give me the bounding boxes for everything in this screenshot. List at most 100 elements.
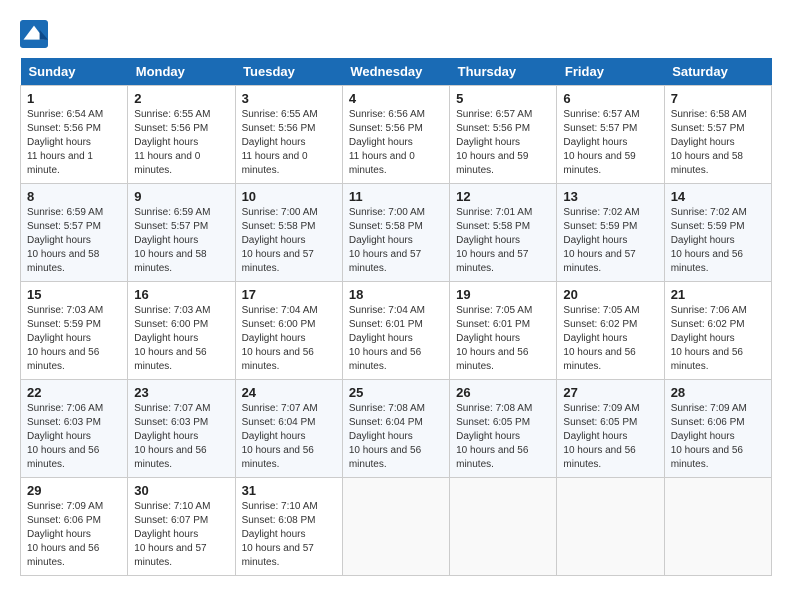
- daylight-value: 10 hours and 57 minutes.: [242, 543, 314, 568]
- day-number: 11: [349, 189, 443, 204]
- calendar-cell: 4 Sunrise: 6:56 AM Sunset: 5:56 PM Dayli…: [342, 86, 449, 184]
- sunset-label: Sunset: 5:58 PM: [242, 221, 316, 232]
- sunrise-label: Sunrise: 6:59 AM: [134, 207, 210, 218]
- daylight-value: 10 hours and 56 minutes.: [349, 347, 421, 372]
- calendar-cell: 9 Sunrise: 6:59 AM Sunset: 5:57 PM Dayli…: [128, 184, 235, 282]
- sunrise-label: Sunrise: 7:09 AM: [27, 501, 103, 512]
- daylight-value: 10 hours and 57 minutes.: [242, 249, 314, 274]
- daylight-value: 10 hours and 56 minutes.: [242, 445, 314, 470]
- day-info: Sunrise: 7:08 AM Sunset: 6:05 PM Dayligh…: [456, 402, 550, 472]
- calendar-week-row: 1 Sunrise: 6:54 AM Sunset: 5:56 PM Dayli…: [21, 86, 772, 184]
- daylight-value: 10 hours and 56 minutes.: [349, 445, 421, 470]
- day-number: 25: [349, 385, 443, 400]
- calendar-cell: 17 Sunrise: 7:04 AM Sunset: 6:00 PM Dayl…: [235, 282, 342, 380]
- calendar-week-row: 15 Sunrise: 7:03 AM Sunset: 5:59 PM Dayl…: [21, 282, 772, 380]
- sunset-label: Sunset: 6:02 PM: [563, 319, 637, 330]
- daylight-value: 10 hours and 58 minutes.: [134, 249, 206, 274]
- sunset-label: Sunset: 5:57 PM: [134, 221, 208, 232]
- sunrise-label: Sunrise: 7:03 AM: [134, 305, 210, 316]
- sunset-label: Sunset: 6:08 PM: [242, 515, 316, 526]
- day-number: 18: [349, 287, 443, 302]
- sunrise-label: Sunrise: 7:06 AM: [671, 305, 747, 316]
- daylight-value: 10 hours and 56 minutes.: [134, 445, 206, 470]
- sunrise-label: Sunrise: 6:57 AM: [563, 109, 639, 120]
- daylight-value: 10 hours and 57 minutes.: [456, 249, 528, 274]
- calendar-cell: 6 Sunrise: 6:57 AM Sunset: 5:57 PM Dayli…: [557, 86, 664, 184]
- daylight-label: Daylight hours: [134, 235, 198, 246]
- calendar-cell: 12 Sunrise: 7:01 AM Sunset: 5:58 PM Dayl…: [450, 184, 557, 282]
- day-info: Sunrise: 7:02 AM Sunset: 5:59 PM Dayligh…: [671, 206, 765, 276]
- sunrise-label: Sunrise: 6:57 AM: [456, 109, 532, 120]
- calendar-cell: 3 Sunrise: 6:55 AM Sunset: 5:56 PM Dayli…: [235, 86, 342, 184]
- calendar-cell: 19 Sunrise: 7:05 AM Sunset: 6:01 PM Dayl…: [450, 282, 557, 380]
- daylight-value: 10 hours and 57 minutes.: [349, 249, 421, 274]
- daylight-value: 10 hours and 58 minutes.: [27, 249, 99, 274]
- sunset-label: Sunset: 5:56 PM: [456, 123, 530, 134]
- weekday-header: Sunday: [21, 58, 128, 86]
- calendar-cell: 22 Sunrise: 7:06 AM Sunset: 6:03 PM Dayl…: [21, 380, 128, 478]
- day-number: 26: [456, 385, 550, 400]
- day-info: Sunrise: 7:05 AM Sunset: 6:01 PM Dayligh…: [456, 304, 550, 374]
- day-info: Sunrise: 6:56 AM Sunset: 5:56 PM Dayligh…: [349, 108, 443, 178]
- day-number: 1: [27, 91, 121, 106]
- calendar-cell: 28 Sunrise: 7:09 AM Sunset: 6:06 PM Dayl…: [664, 380, 771, 478]
- sunrise-label: Sunrise: 7:00 AM: [349, 207, 425, 218]
- sunset-label: Sunset: 6:06 PM: [671, 417, 745, 428]
- daylight-value: 11 hours and 1 minute.: [27, 151, 93, 176]
- day-info: Sunrise: 7:03 AM Sunset: 5:59 PM Dayligh…: [27, 304, 121, 374]
- sunset-label: Sunset: 6:00 PM: [242, 319, 316, 330]
- day-number: 31: [242, 483, 336, 498]
- calendar-cell: 31 Sunrise: 7:10 AM Sunset: 6:08 PM Dayl…: [235, 478, 342, 576]
- calendar-cell: 29 Sunrise: 7:09 AM Sunset: 6:06 PM Dayl…: [21, 478, 128, 576]
- sunrise-label: Sunrise: 6:54 AM: [27, 109, 103, 120]
- daylight-value: 10 hours and 56 minutes.: [27, 543, 99, 568]
- daylight-label: Daylight hours: [242, 431, 306, 442]
- sunrise-label: Sunrise: 7:05 AM: [563, 305, 639, 316]
- day-number: 17: [242, 287, 336, 302]
- sunset-label: Sunset: 6:05 PM: [456, 417, 530, 428]
- page-header: [20, 20, 772, 48]
- daylight-label: Daylight hours: [242, 333, 306, 344]
- calendar-cell: 24 Sunrise: 7:07 AM Sunset: 6:04 PM Dayl…: [235, 380, 342, 478]
- calendar-cell: 8 Sunrise: 6:59 AM Sunset: 5:57 PM Dayli…: [21, 184, 128, 282]
- sunrise-label: Sunrise: 7:07 AM: [134, 403, 210, 414]
- logo: [20, 20, 52, 48]
- calendar-week-row: 8 Sunrise: 6:59 AM Sunset: 5:57 PM Dayli…: [21, 184, 772, 282]
- daylight-label: Daylight hours: [349, 235, 413, 246]
- weekday-header: Monday: [128, 58, 235, 86]
- day-info: Sunrise: 7:07 AM Sunset: 6:04 PM Dayligh…: [242, 402, 336, 472]
- calendar-cell: [664, 478, 771, 576]
- daylight-label: Daylight hours: [27, 529, 91, 540]
- day-number: 30: [134, 483, 228, 498]
- day-number: 5: [456, 91, 550, 106]
- calendar-cell: 13 Sunrise: 7:02 AM Sunset: 5:59 PM Dayl…: [557, 184, 664, 282]
- calendar-cell: [342, 478, 449, 576]
- day-info: Sunrise: 6:57 AM Sunset: 5:57 PM Dayligh…: [563, 108, 657, 178]
- day-number: 2: [134, 91, 228, 106]
- sunrise-label: Sunrise: 6:55 AM: [134, 109, 210, 120]
- daylight-label: Daylight hours: [563, 235, 627, 246]
- day-info: Sunrise: 6:55 AM Sunset: 5:56 PM Dayligh…: [134, 108, 228, 178]
- sunset-label: Sunset: 6:04 PM: [242, 417, 316, 428]
- calendar-cell: 30 Sunrise: 7:10 AM Sunset: 6:07 PM Dayl…: [128, 478, 235, 576]
- sunrise-label: Sunrise: 7:08 AM: [456, 403, 532, 414]
- day-number: 13: [563, 189, 657, 204]
- daylight-label: Daylight hours: [27, 235, 91, 246]
- sunset-label: Sunset: 6:00 PM: [134, 319, 208, 330]
- calendar-cell: 16 Sunrise: 7:03 AM Sunset: 6:00 PM Dayl…: [128, 282, 235, 380]
- sunrise-label: Sunrise: 6:59 AM: [27, 207, 103, 218]
- weekday-header: Friday: [557, 58, 664, 86]
- daylight-value: 10 hours and 56 minutes.: [563, 347, 635, 372]
- daylight-value: 10 hours and 59 minutes.: [563, 151, 635, 176]
- day-info: Sunrise: 7:08 AM Sunset: 6:04 PM Dayligh…: [349, 402, 443, 472]
- daylight-value: 10 hours and 56 minutes.: [134, 347, 206, 372]
- sunrise-label: Sunrise: 7:03 AM: [27, 305, 103, 316]
- sunrise-label: Sunrise: 7:02 AM: [671, 207, 747, 218]
- day-number: 12: [456, 189, 550, 204]
- sunset-label: Sunset: 5:59 PM: [563, 221, 637, 232]
- day-info: Sunrise: 7:00 AM Sunset: 5:58 PM Dayligh…: [349, 206, 443, 276]
- weekday-header: Tuesday: [235, 58, 342, 86]
- sunrise-label: Sunrise: 7:05 AM: [456, 305, 532, 316]
- daylight-label: Daylight hours: [349, 137, 413, 148]
- daylight-label: Daylight hours: [134, 529, 198, 540]
